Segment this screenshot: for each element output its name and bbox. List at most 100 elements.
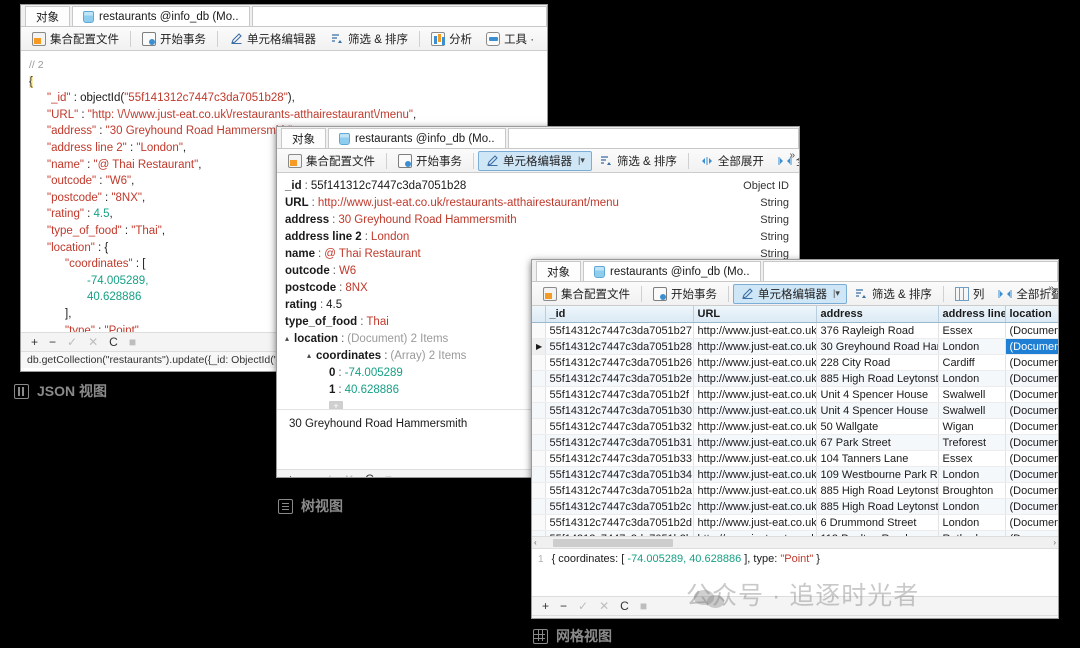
table-cell[interactable]: (Document) 2 Fields bbox=[1005, 386, 1058, 403]
tab-restaurants[interactable]: restaurants @info_db (Mo.. bbox=[72, 6, 250, 26]
toolbar-overflow-button[interactable]: » bbox=[789, 151, 795, 161]
table-cell[interactable]: http://www.just-eat.co.uk/r bbox=[693, 530, 817, 536]
remove-button[interactable]: − bbox=[305, 472, 312, 477]
start-transaction-button[interactable]: 开始事务 bbox=[391, 151, 469, 171]
table-row[interactable]: 55f14312c7447c3da7051b34 http://www.just-… bbox=[532, 466, 1058, 483]
cancel-button[interactable]: ✕ bbox=[599, 599, 609, 613]
table-cell[interactable]: 228 City Road bbox=[816, 354, 939, 371]
add-button[interactable]: + bbox=[31, 335, 38, 349]
tree-row[interactable]: URL: http://www.just-eat.co.uk/restaurant… bbox=[277, 194, 799, 211]
tools-button[interactable]: 工具 · bbox=[479, 29, 541, 49]
tab-restaurants[interactable]: restaurants @info_db (Mo.. bbox=[328, 128, 506, 148]
remove-button[interactable]: − bbox=[49, 335, 56, 349]
table-cell[interactable]: 55f14312c7447c3da7051b27 bbox=[545, 322, 694, 339]
table-cell[interactable]: 885 High Road Leytonstone bbox=[816, 482, 939, 499]
tab-object[interactable]: 对象 bbox=[281, 128, 326, 148]
table-row[interactable]: 55f14312c7447c3da7051b2c http://www.just-… bbox=[532, 498, 1058, 515]
expand-all-button[interactable]: 全部展开 bbox=[693, 151, 771, 171]
table-cell[interactable]: Swalwell bbox=[938, 402, 1006, 419]
table-cell[interactable]: 6 Drummond Street bbox=[816, 514, 939, 531]
start-transaction-button[interactable]: 开始事务 bbox=[135, 29, 213, 49]
table-cell[interactable]: 55f14312c7447c3da7051b28 bbox=[545, 338, 694, 355]
table-row[interactable]: 55f14312c7447c3da7051b2bhttp://www.just-… bbox=[532, 530, 1058, 536]
grid-detail-editor[interactable]: 1{ coordinates: [ -74.005289, 40.628886 … bbox=[532, 548, 1058, 596]
table-cell[interactable]: (Document) 2 Fields bbox=[1005, 418, 1058, 435]
table-cell[interactable]: 55f14312c7447c3da7051b2e bbox=[545, 370, 694, 387]
table-cell[interactable]: 55f14312c7447c3da7051b2b bbox=[545, 530, 694, 536]
table-row[interactable]: 55f14312c7447c3da7051b2e http://www.just-… bbox=[532, 370, 1058, 387]
refresh-button[interactable]: C bbox=[365, 472, 374, 477]
table-cell[interactable]: (Document) 2 Fields bbox=[1005, 498, 1058, 515]
toolbar-overflow-button[interactable]: » bbox=[1048, 284, 1054, 294]
table-cell[interactable]: (Document) 2 Fields bbox=[1005, 514, 1058, 531]
table-cell[interactable]: http://www.just-eat.co.uk/r bbox=[693, 418, 817, 435]
table-cell[interactable]: (Document) 2 Fields bbox=[1005, 354, 1058, 371]
scrollbar-thumb[interactable] bbox=[552, 538, 673, 547]
table-cell[interactable]: 376 Rayleigh Road bbox=[816, 322, 939, 339]
table-cell[interactable]: 55f14312c7447c3da7051b33 bbox=[545, 450, 694, 467]
table-row[interactable]: 55f14312c7447c3da7051b2d http://www.just-… bbox=[532, 514, 1058, 531]
table-cell[interactable]: http://www.just-eat.co.uk/r bbox=[693, 386, 817, 403]
table-cell[interactable]: http://www.just-eat.co.uk/r bbox=[693, 514, 817, 531]
tab-restaurants[interactable]: restaurants @info_db (Mo.. bbox=[583, 261, 761, 281]
expander-icon[interactable]: ▴ bbox=[307, 351, 316, 360]
table-row[interactable]: 55f14312c7447c3da7051b31 http://www.just-… bbox=[532, 434, 1058, 451]
table-cell[interactable]: London bbox=[938, 466, 1006, 483]
table-row[interactable]: 55f14312c7447c3da7051b26 http://www.just-… bbox=[532, 354, 1058, 371]
refresh-button[interactable]: C bbox=[109, 335, 118, 349]
cell-editor-button[interactable]: 单元格编辑器 |▾ bbox=[478, 150, 592, 171]
expander-icon[interactable]: ▴ bbox=[285, 334, 294, 343]
stop-button[interactable]: ■ bbox=[129, 335, 136, 349]
table-cell[interactable]: 109 Westbourne Park Road bbox=[816, 466, 939, 483]
table-cell[interactable]: 50 Wallgate bbox=[816, 418, 939, 435]
columns-button[interactable]: 列 bbox=[948, 284, 992, 304]
table-cell[interactable]: http://www.just-eat.co.uk/r bbox=[693, 434, 817, 451]
table-cell[interactable]: 67 Park Street bbox=[816, 434, 939, 451]
collapse-all-button[interactable]: 全部折叠 bbox=[771, 151, 799, 171]
table-cell[interactable]: 104 Tanners Lane bbox=[816, 450, 939, 467]
cell-editor-button[interactable]: 单元格编辑器 bbox=[222, 29, 323, 49]
table-cell[interactable]: http://www.just-eat.co.uk/r bbox=[693, 450, 817, 467]
table-cell[interactable]: London bbox=[938, 338, 1006, 355]
table-cell[interactable]: Unit 4 Spencer House bbox=[816, 386, 939, 403]
add-element-button[interactable]: + bbox=[329, 401, 343, 409]
table-row[interactable]: 55f14312c7447c3da7051b30 http://www.just-… bbox=[532, 402, 1058, 419]
tree-row[interactable]: address line 2: London String bbox=[277, 228, 799, 245]
chevron-down-icon[interactable]: |▾ bbox=[578, 155, 585, 166]
table-cell[interactable]: (Document) 2 Fields bbox=[1005, 466, 1058, 483]
table-cell[interactable]: 55f14312c7447c3da7051b2c bbox=[545, 498, 694, 515]
table-cell[interactable]: London bbox=[938, 370, 1006, 387]
tab-object[interactable]: 对象 bbox=[536, 261, 581, 281]
start-transaction-button[interactable]: 开始事务 bbox=[646, 284, 724, 304]
add-button[interactable]: + bbox=[542, 599, 549, 613]
table-cell[interactable]: http://www.just-eat.co.uk/r bbox=[693, 466, 817, 483]
table-cell[interactable]: (Document) 2 Fields bbox=[1005, 402, 1058, 419]
table-row[interactable]: 55f14312c7447c3da7051b2a http://www.just-… bbox=[532, 482, 1058, 499]
confirm-button[interactable]: ✓ bbox=[578, 599, 588, 613]
table-row[interactable]: 55f14312c7447c3da7051b32 http://www.just-… bbox=[532, 418, 1058, 435]
table-cell[interactable]: http://www.just-eat.co.uk/r bbox=[693, 498, 817, 515]
tab-object[interactable]: 对象 bbox=[25, 6, 70, 26]
table-cell[interactable]: http://www.just-eat.co.uk/r bbox=[693, 370, 817, 387]
confirm-button[interactable]: ✓ bbox=[323, 472, 333, 477]
table-cell[interactable]: 55f14312c7447c3da7051b32 bbox=[545, 418, 694, 435]
filter-sort-button[interactable]: 筛选 & 排序 bbox=[323, 29, 415, 49]
collection-config-button[interactable]: 集合配置文件 bbox=[25, 29, 126, 49]
table-cell[interactable]: Cardiff bbox=[938, 354, 1006, 371]
table-row[interactable]: 55f14312c7447c3da7051b27 http://www.just-… bbox=[532, 322, 1058, 339]
add-button[interactable]: + bbox=[287, 472, 294, 477]
collection-config-button[interactable]: 集合配置文件 bbox=[281, 151, 382, 171]
table-cell[interactable]: Unit 4 Spencer House bbox=[816, 402, 939, 419]
tree-row[interactable]: address:30 Greyhound Road Hammersmith Str… bbox=[277, 211, 799, 228]
table-cell[interactable]: 55f14312c7447c3da7051b30 bbox=[545, 402, 694, 419]
table-cell[interactable]: London bbox=[938, 498, 1006, 515]
table-cell[interactable]: (Document) 2 Fields bbox=[1005, 434, 1058, 451]
analyze-button[interactable]: 分析 bbox=[424, 29, 479, 49]
filter-sort-button[interactable]: 筛选 & 排序 bbox=[592, 151, 684, 171]
grid-table-container[interactable]: _idURLaddressaddress line 2location 55f1… bbox=[532, 306, 1058, 536]
table-cell[interactable]: Treforest bbox=[938, 434, 1006, 451]
horizontal-scrollbar[interactable]: ‹ › bbox=[532, 536, 1058, 548]
grid-column-header[interactable]: address bbox=[816, 306, 939, 323]
filter-sort-button[interactable]: 筛选 & 排序 bbox=[847, 284, 939, 304]
grid-column-header[interactable]: location bbox=[1005, 306, 1058, 323]
